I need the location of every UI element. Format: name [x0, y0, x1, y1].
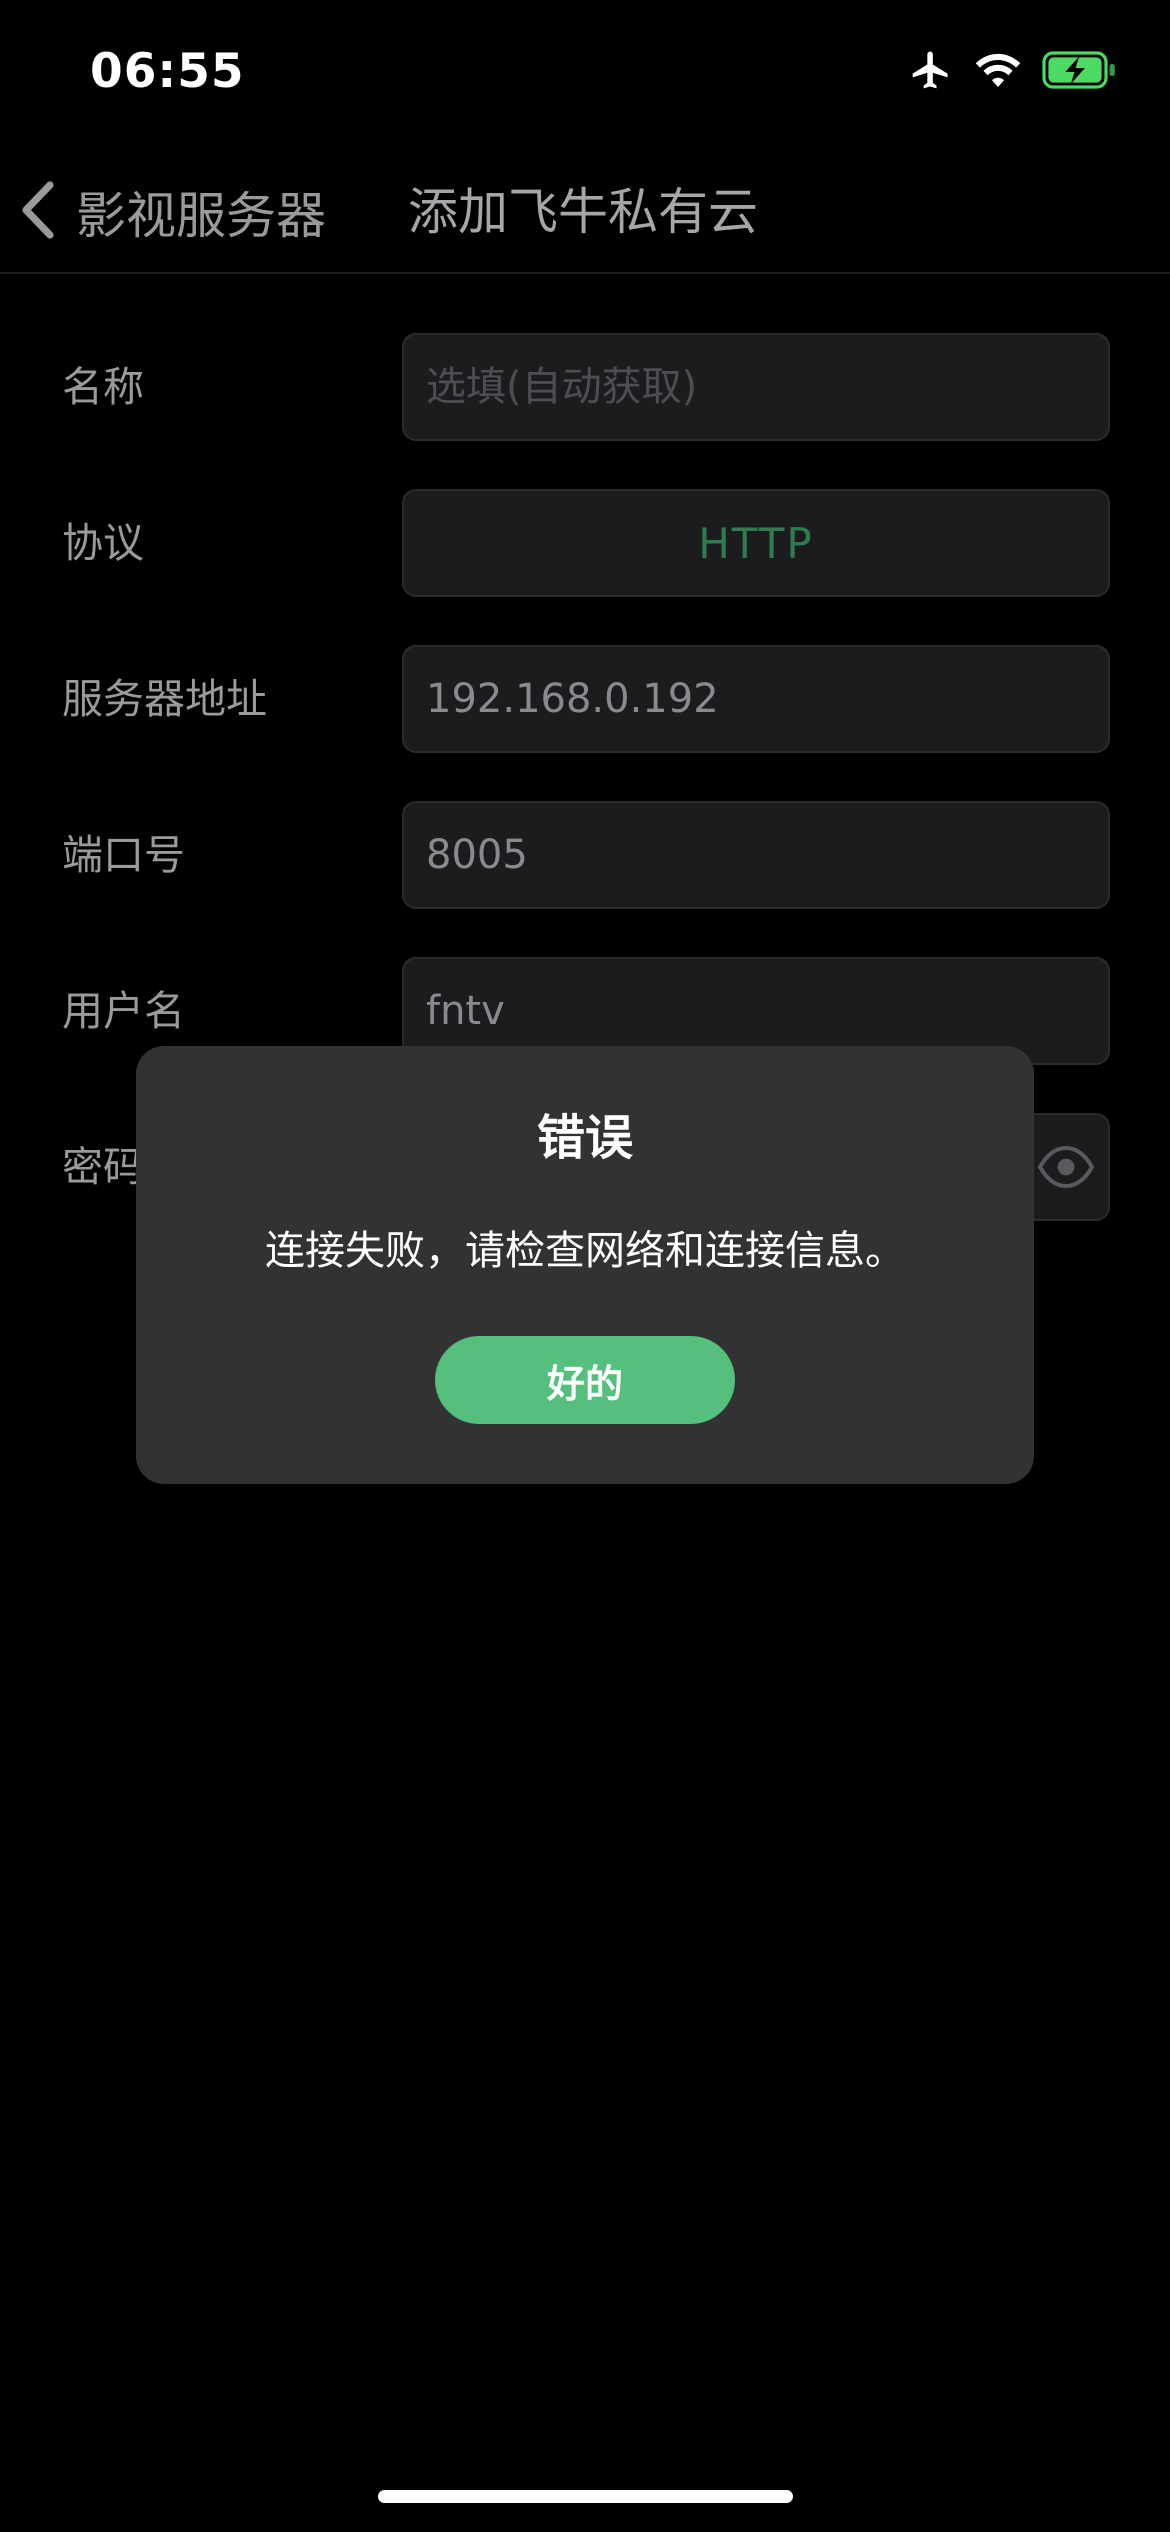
- status-bar: 06:55: [0, 0, 1170, 150]
- status-icons: [888, 48, 1118, 92]
- back-label: 影视服务器: [76, 187, 326, 245]
- form-row-port: 端口号: [0, 801, 1170, 909]
- server-address-label: 服务器地址: [62, 675, 267, 723]
- form-row-server-address: 服务器地址: [0, 645, 1170, 753]
- back-button[interactable]: 影视服务器: [18, 172, 326, 252]
- battery-charging-icon: [1042, 50, 1118, 90]
- status-time: 06:55: [90, 44, 245, 99]
- eye-icon[interactable]: [1036, 1139, 1096, 1199]
- name-input[interactable]: [402, 333, 1110, 441]
- server-address-input[interactable]: [402, 645, 1110, 753]
- password-label: 密码: [62, 1143, 144, 1191]
- protocol-label: 协议: [62, 519, 144, 567]
- protocol-selector[interactable]: HTTP: [402, 489, 1110, 597]
- dialog-message: 连接失败，请检查网络和连接信息。: [265, 1228, 905, 1274]
- page-title: 添加飞牛私有云: [408, 183, 758, 241]
- error-dialog: 错误 连接失败，请检查网络和连接信息。 好的: [136, 1046, 1034, 1484]
- form-row-protocol: 协议 HTTP: [0, 489, 1170, 597]
- airplane-icon: [908, 48, 954, 92]
- dialog-title: 错误: [536, 1110, 633, 1166]
- screen: 06:55 影视服务器 添加飞牛私有云 名称 选填(自动获取) 协议 HTTP …: [0, 0, 1170, 2532]
- chevron-left-icon: [18, 179, 58, 245]
- wifi-icon: [974, 51, 1022, 89]
- home-indicator[interactable]: [378, 2490, 793, 2503]
- ok-button[interactable]: 好的: [435, 1336, 735, 1424]
- navigation-bar: 影视服务器 添加飞牛私有云: [0, 150, 1170, 274]
- name-label: 名称: [62, 363, 144, 411]
- form-row-name: 名称: [0, 333, 1170, 441]
- port-input[interactable]: [402, 801, 1110, 909]
- port-label: 端口号: [62, 831, 185, 879]
